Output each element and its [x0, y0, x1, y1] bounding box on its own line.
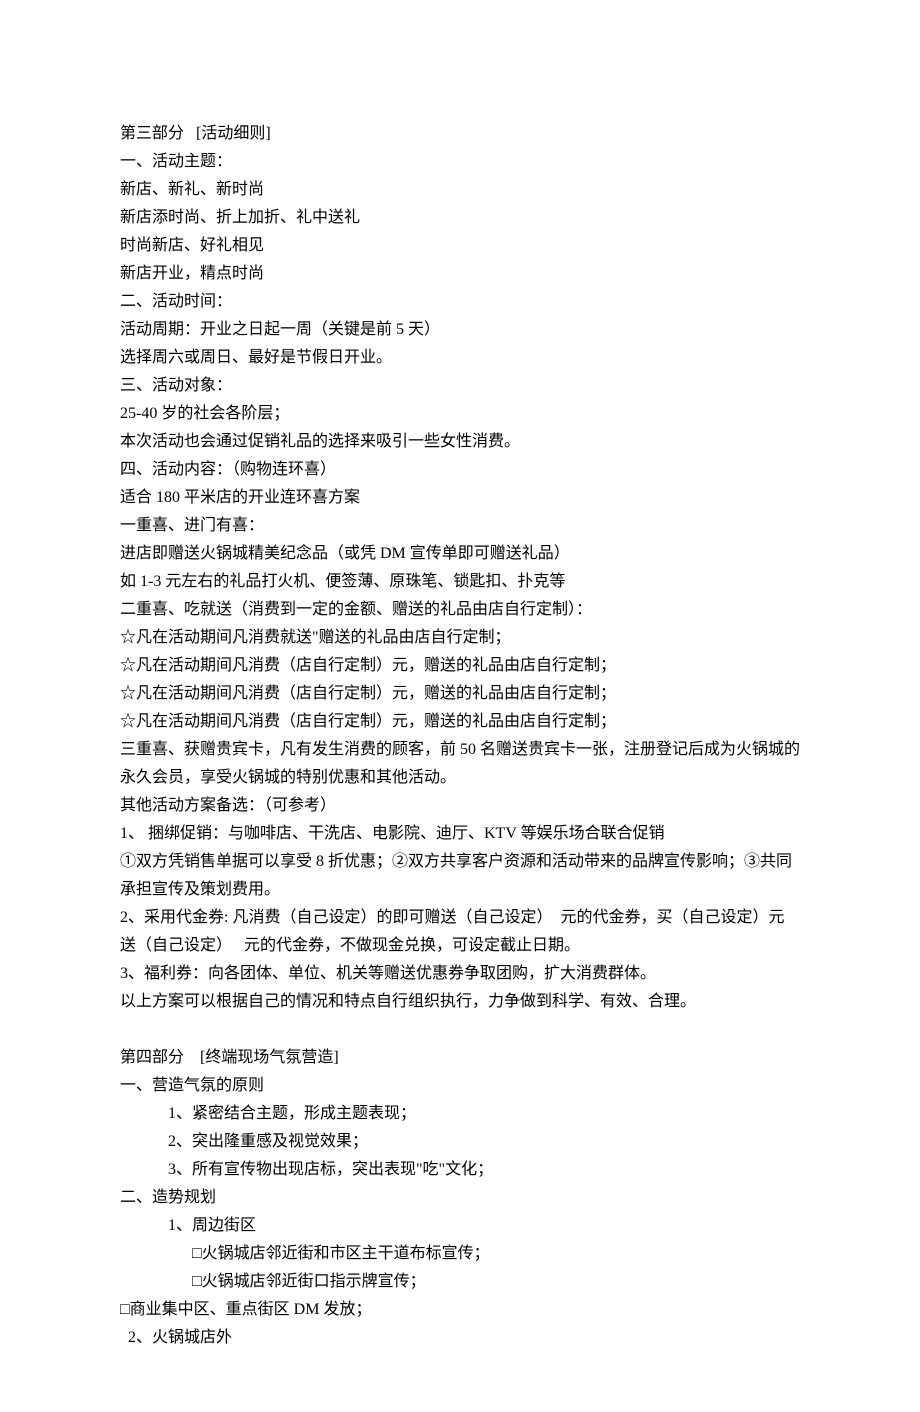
- text-line: ①双方凭销售单据可以享受 8 折优惠；②双方共享客户资源和活动带来的品牌宣传影响…: [120, 848, 800, 904]
- text-line: 新店添时尚、折上加折、礼中送礼: [120, 204, 800, 232]
- text-line: 二重喜、吃就送（消费到一定的金额、赠送的礼品由店自行定制）：: [120, 596, 800, 624]
- text-line: 3、福利券：向各团体、单位、机关等赠送优惠券争取团购，扩大消费群体。: [120, 960, 800, 988]
- text-line: 25-40 岁的社会各阶层；: [120, 400, 800, 428]
- text-line: 适合 180 平米店的开业连环喜方案: [120, 484, 800, 512]
- s3-a2-heading: 二、活动时间：: [120, 288, 800, 316]
- text-line: ☆凡在活动期间凡消费（店自行定制）元，赠送的礼品由店自行定制；: [120, 652, 800, 680]
- text-line: 3、所有宣传物出现店标，突出表现"吃"文化；: [120, 1156, 800, 1184]
- blank-line: [120, 1016, 800, 1044]
- text-line: □火锅城店邻近街口指示牌宣传；: [120, 1268, 800, 1296]
- text-line: 2、突出隆重感及视觉效果；: [120, 1128, 800, 1156]
- text-line: 活动周期：开业之日起一周（关键是前 5 天）: [120, 316, 800, 344]
- text-line: 2、火锅城店外: [120, 1324, 800, 1352]
- s3-a1-heading: 一、活动主题：: [120, 148, 800, 176]
- s4-b2-heading: 二、造势规划: [120, 1184, 800, 1212]
- text-line: 其他活动方案备选：（可参考）: [120, 792, 800, 820]
- text-line: □商业集中区、重点街区 DM 发放；: [120, 1296, 800, 1324]
- text-line: 2、采用代金券: 凡消费（自己设定）的即可赠送（自己设定） 元的代金券，买（自己…: [120, 904, 800, 960]
- s4-b1-heading: 一、营造气氛的原则: [120, 1072, 800, 1100]
- text-line: 新店、新礼、新时尚: [120, 176, 800, 204]
- text-line: 选择周六或周日、最好是节假日开业。: [120, 344, 800, 372]
- text-line: ☆凡在活动期间凡消费（店自行定制）元，赠送的礼品由店自行定制；: [120, 680, 800, 708]
- text-line: 如 1-3 元左右的礼品打火机、便签薄、原珠笔、锁匙扣、扑克等: [120, 568, 800, 596]
- text-line: 本次活动也会通过促销礼品的选择来吸引一些女性消费。: [120, 428, 800, 456]
- text-line: □火锅城店邻近街和市区主干道布标宣传；: [120, 1240, 800, 1268]
- s3-a4-heading: 四、活动内容：（购物连环喜）: [120, 456, 800, 484]
- text-line: 三重喜、获赠贵宾卡，凡有发生消费的顾客，前 50 名赠送贵宾卡一张，注册登记后成…: [120, 736, 800, 792]
- section4-title: 第四部分 [终端现场气氛营造]: [120, 1044, 800, 1072]
- text-line: ☆凡在活动期间凡消费（店自行定制）元，赠送的礼品由店自行定制；: [120, 708, 800, 736]
- text-line: 一重喜、进门有喜：: [120, 512, 800, 540]
- text-line: 进店即赠送火锅城精美纪念品（或凭 DM 宣传单即可赠送礼品）: [120, 540, 800, 568]
- text-line: 1、 捆绑促销：与咖啡店、干洗店、电影院、迪厅、KTV 等娱乐场合联合促销: [120, 820, 800, 848]
- text-line: 1、周边街区: [120, 1212, 800, 1240]
- text-line: 时尚新店、好礼相见: [120, 232, 800, 260]
- section3-title: 第三部分 [活动细则]: [120, 120, 800, 148]
- document-page: 第三部分 [活动细则] 一、活动主题： 新店、新礼、新时尚 新店添时尚、折上加折…: [0, 0, 920, 1412]
- text-line: ☆凡在活动期间凡消费就送"赠送的礼品由店自行定制；: [120, 624, 800, 652]
- s3-a3-heading: 三、活动对象：: [120, 372, 800, 400]
- text-line: 以上方案可以根据自己的情况和特点自行组织执行，力争做到科学、有效、合理。: [120, 988, 800, 1016]
- text-line: 新店开业，精点时尚: [120, 260, 800, 288]
- text-line: 1、紧密结合主题，形成主题表现；: [120, 1100, 800, 1128]
